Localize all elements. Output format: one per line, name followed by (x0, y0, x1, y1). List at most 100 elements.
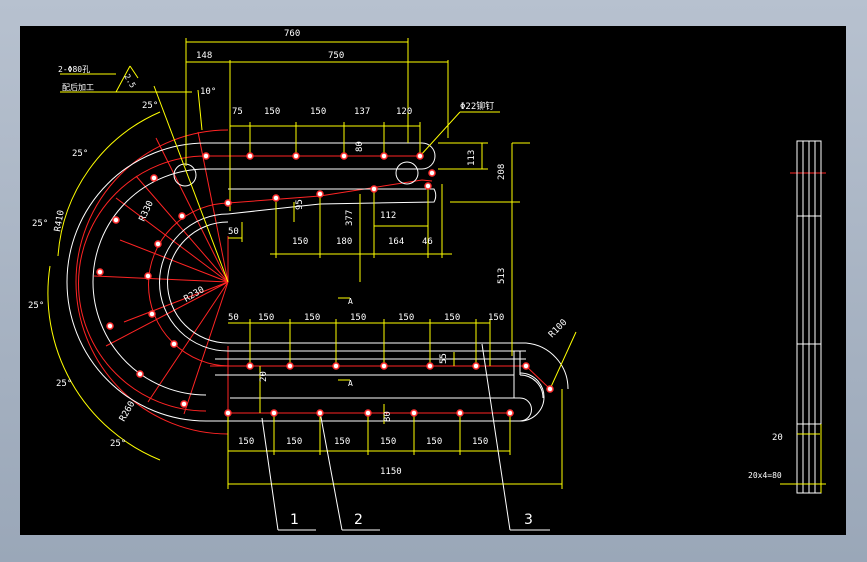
dim-text: 150 (258, 313, 274, 323)
hole (410, 409, 418, 417)
radius-text: R330 (138, 199, 156, 223)
roughness-note: 2.5 (122, 73, 137, 90)
angle-text: 25° (28, 301, 44, 311)
dim-text: 148 (196, 51, 212, 61)
dim-text: 75 (232, 107, 243, 117)
dim-text: 112 (380, 211, 396, 221)
dim-text: 760 (284, 29, 300, 39)
angle-text: 25° (110, 439, 126, 449)
angle-arc (57, 111, 161, 257)
dim-text: 150 (380, 437, 396, 447)
radius-text: R230 (183, 285, 207, 305)
dim-text: 20 (772, 433, 783, 443)
dim-text: 150 (398, 313, 414, 323)
hole (144, 272, 152, 280)
part-leaders (261, 343, 550, 531)
ray (135, 175, 229, 283)
hole (370, 185, 378, 193)
hole (178, 212, 186, 220)
rivet-note: Φ22铆钉 (460, 100, 494, 112)
ray (155, 137, 229, 283)
hole (332, 362, 340, 370)
hole (150, 174, 158, 182)
dim-text: 80 (383, 411, 393, 422)
hole (426, 362, 434, 370)
hole (456, 409, 464, 417)
inner-arc-b (167, 221, 229, 344)
dim-text: 150 (292, 237, 308, 247)
dim-text: 513 (497, 268, 507, 284)
hole (270, 409, 278, 417)
dim-text: 180 (336, 237, 352, 247)
angle-text: 25° (56, 379, 72, 389)
hole (472, 362, 480, 370)
radius-text: R100 (547, 318, 569, 340)
dim-text: 120 (396, 107, 412, 117)
hole (546, 385, 554, 393)
dim-text: 150 (444, 313, 460, 323)
angle-radius-texts: 10° 25° 25° 25° 25° 25° 25° R410 R330 R2… (28, 87, 569, 449)
dim-text: 1150 (380, 467, 402, 477)
dim-text: 20 (259, 371, 269, 382)
ray (123, 281, 229, 323)
hole (292, 152, 300, 160)
outer-frame (66, 142, 545, 422)
hole (202, 152, 210, 160)
hole (428, 169, 436, 177)
dimension-lines (47, 38, 826, 493)
hole (364, 409, 372, 417)
hole (224, 199, 232, 207)
dim-text: 377 (345, 210, 355, 226)
dim-text: 20x4=80 (748, 471, 782, 480)
hole (170, 340, 178, 348)
part-label-1: 1 (290, 512, 299, 528)
cad-drawing: 760 148 750 75 150 150 137 120 150 180 1… (28, 29, 826, 531)
dim-text: 150 (334, 437, 350, 447)
hole (316, 190, 324, 198)
hole (246, 362, 254, 370)
dim-text: 55 (439, 353, 449, 364)
hole (380, 362, 388, 370)
hole (224, 409, 232, 417)
hole (180, 400, 188, 408)
dim-text: 137 (354, 107, 370, 117)
large-hole (395, 161, 419, 185)
hole-process-note: 配后加工 (62, 82, 94, 92)
dim-text: 150 (426, 437, 442, 447)
dim-text: 150 (238, 437, 254, 447)
hole (286, 362, 294, 370)
hole (424, 182, 432, 190)
hole (272, 194, 280, 202)
ray (119, 239, 229, 283)
dim-text: 150 (286, 437, 302, 447)
arc-inner-centerline (148, 202, 231, 367)
hole (316, 409, 324, 417)
top-lower-slot (227, 188, 437, 215)
dim-text: 80 (355, 141, 365, 152)
centerlines (75, 129, 826, 435)
drawing-canvas: 760 148 750 75 150 150 137 120 150 180 1… (20, 26, 846, 535)
hole (148, 310, 156, 318)
dim-text: 50 (228, 227, 239, 237)
hole (340, 152, 348, 160)
dim-text: 113 (467, 150, 477, 166)
inner-arc-a (159, 213, 229, 352)
hole (112, 216, 120, 224)
dim-text: 95 (295, 199, 305, 210)
dim-text: 50 (228, 313, 239, 323)
dim-text: 750 (328, 51, 344, 61)
radius-text: R410 (53, 209, 67, 232)
dim-text: 208 (497, 164, 507, 180)
dim-text: 150 (304, 313, 320, 323)
radius-text: R260 (118, 400, 138, 424)
dim-text: 150 (310, 107, 326, 117)
dim-text: 164 (388, 237, 404, 247)
hole (154, 240, 162, 248)
section-mark: A (348, 297, 353, 306)
hole (96, 268, 104, 276)
angle-text: 25° (72, 149, 88, 159)
dim-text: 46 (422, 237, 433, 247)
ray (93, 275, 229, 283)
hole (416, 152, 424, 160)
hole (506, 409, 514, 417)
